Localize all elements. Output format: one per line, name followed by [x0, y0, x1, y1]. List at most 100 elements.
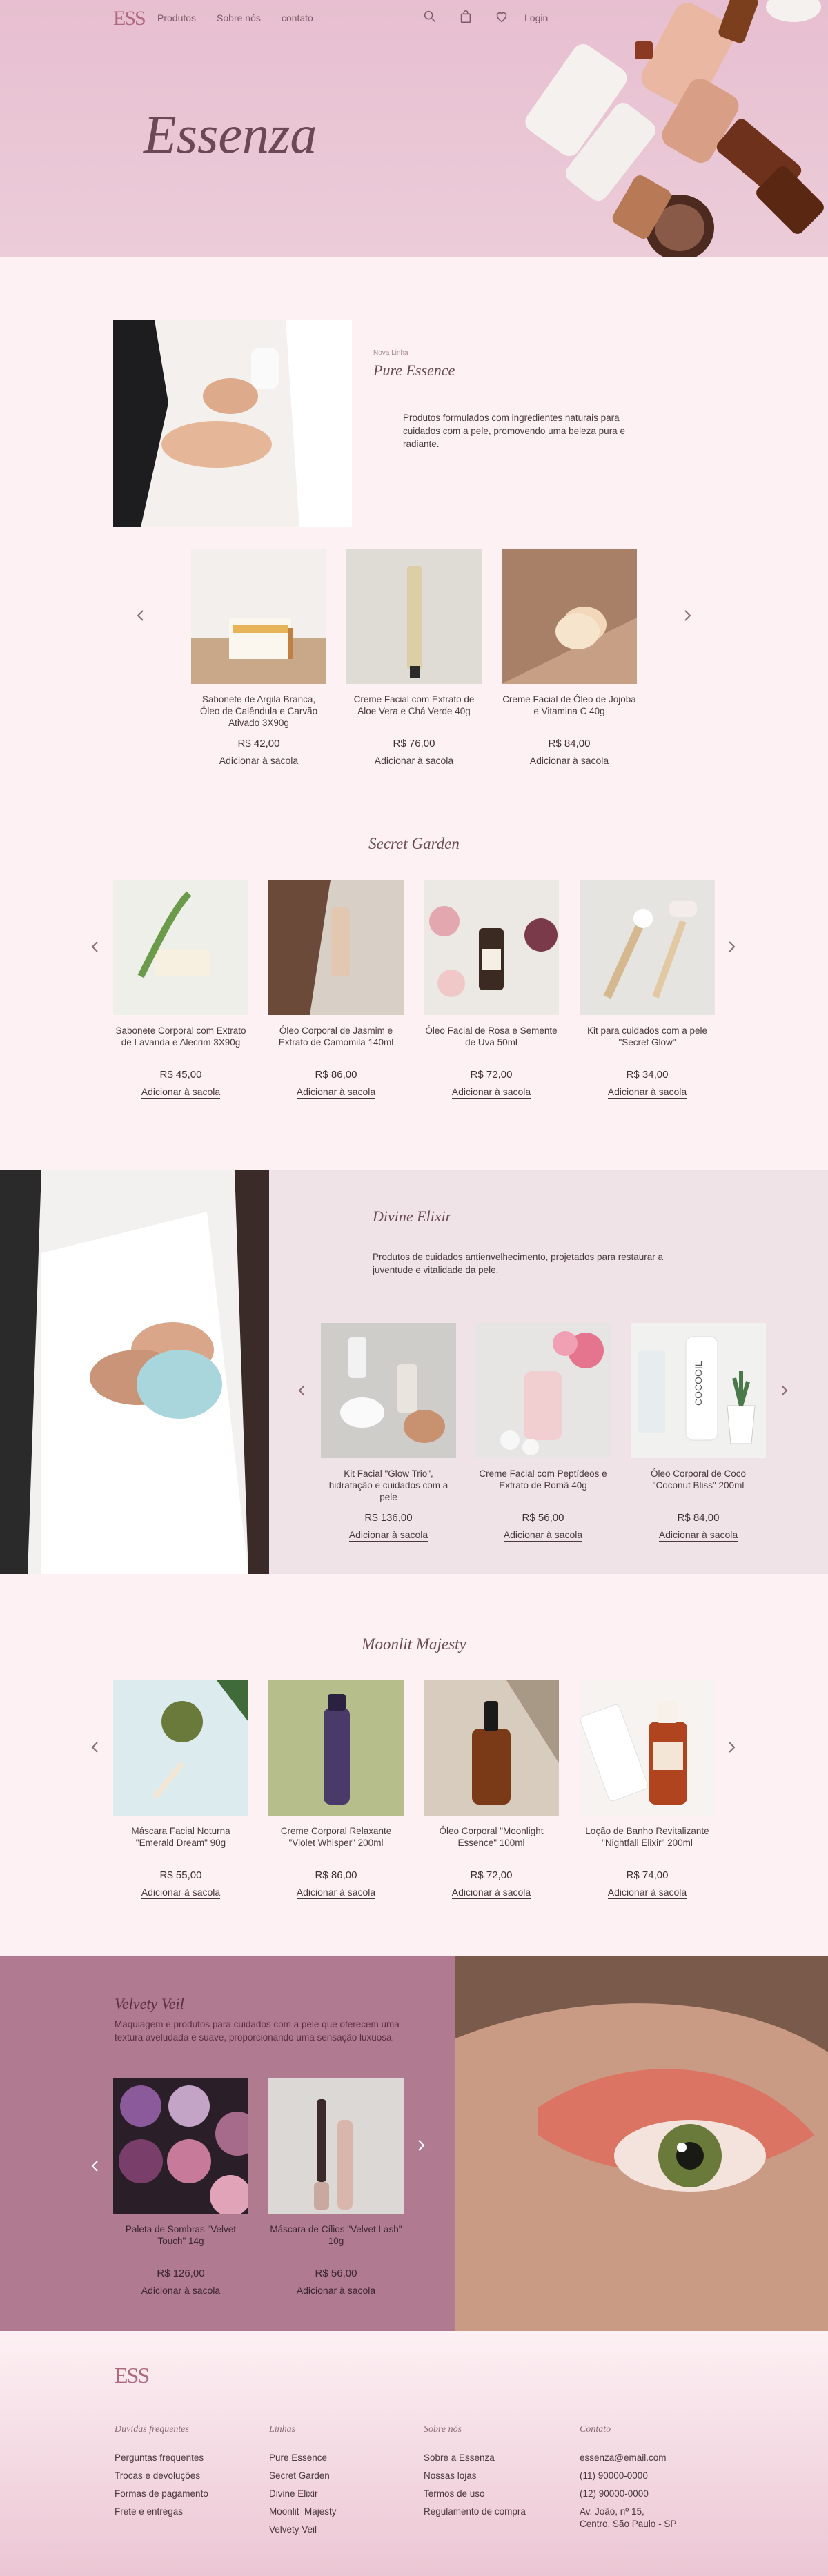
add-to-bag-button[interactable]: Adicionar à sacola: [141, 1887, 221, 1899]
secret-prev-arrow[interactable]: [87, 938, 103, 955]
product-price: R$ 56,00: [315, 2268, 357, 2279]
product-card[interactable]: Creme Facial com Extrato de Aloe Vera e …: [346, 549, 482, 767]
product-image: [191, 549, 326, 684]
add-to-bag-button[interactable]: Adicionar à sacola: [296, 1887, 376, 1899]
footer-link[interactable]: Termos de uso: [424, 2485, 526, 2503]
add-to-bag-button[interactable]: Adicionar à sacola: [529, 755, 609, 767]
footer-link[interactable]: Secret Garden: [269, 2467, 337, 2485]
pure-prev-arrow[interactable]: [132, 607, 149, 624]
footer-link[interactable]: Trocas e devoluções: [115, 2467, 208, 2485]
add-to-bag-button[interactable]: Adicionar à sacola: [451, 1887, 531, 1899]
product-name: Máscara de Cílios "Velvet Lash" 10g: [270, 2224, 402, 2246]
footer-link[interactable]: Frete e entregas: [115, 2503, 208, 2521]
product-image: [502, 549, 637, 684]
divine-description: Produtos de cuidados antienvelhecimento,…: [373, 1252, 664, 1275]
contact-phone: (12) 90000-0000: [580, 2488, 649, 2499]
product-name: Óleo Facial de Rosa e Semente de Uva 50m…: [425, 1025, 558, 1048]
product-name: Sabonete de Argila Branca, Óleo de Calên…: [199, 694, 318, 728]
product-name: Sabonete Corporal com Extrato de Lavanda…: [115, 1025, 246, 1048]
product-card[interactable]: Máscara de Cílios "Velvet Lash" 10g R$ 5…: [268, 2078, 404, 2297]
add-to-bag-button[interactable]: Adicionar à sacola: [141, 1086, 221, 1099]
login-link[interactable]: Login: [524, 12, 548, 23]
product-name: Kit para cuidados com a pele "Secret Glo…: [586, 1025, 708, 1048]
logo[interactable]: ESS: [113, 7, 146, 30]
product-price: R$ 136,00: [364, 1512, 413, 1524]
pure-next-arrow[interactable]: [679, 607, 696, 624]
product-name: Máscara Facial Noturna "Emerald Dream" 9…: [131, 1826, 230, 1848]
add-to-bag-button[interactable]: Adicionar à sacola: [219, 755, 299, 767]
product-card[interactable]: Óleo Corporal "Moonlight Essence" 100ml …: [424, 1680, 559, 1899]
product-price: R$ 84,00: [677, 1512, 720, 1524]
product-card[interactable]: Sabonete de Argila Branca, Óleo de Calên…: [191, 549, 326, 767]
contact-phone: (11) 90000-0000: [580, 2470, 648, 2481]
product-card[interactable]: Creme Facial de Óleo de Jojoba e Vitamin…: [502, 549, 637, 767]
contact-email[interactable]: essenza@email.com: [580, 2449, 676, 2467]
add-to-bag-button[interactable]: Adicionar à sacola: [374, 755, 454, 767]
footer-link[interactable]: Perguntas frequentes: [115, 2449, 208, 2467]
product-card[interactable]: Kit para cuidados com a pele "Secret Glo…: [580, 880, 715, 1099]
nav-link-contato[interactable]: contato: [282, 12, 313, 23]
product-price: R$ 56,00: [522, 1512, 564, 1524]
footer-col-title: Contato: [580, 2424, 611, 2435]
footer-logo[interactable]: ESS: [115, 2363, 150, 2388]
product-image: [580, 1680, 715, 1816]
divine-next-arrow[interactable]: [776, 1382, 792, 1399]
product-card[interactable]: COCOOIL Óleo Corporal de Coco "Coconut B…: [631, 1323, 766, 1542]
product-name: Creme Facial com Peptídeos e Extrato de …: [479, 1468, 607, 1491]
bag-icon[interactable]: [458, 9, 473, 24]
product-card[interactable]: Creme Facial com Peptídeos e Extrato de …: [475, 1323, 611, 1542]
add-to-bag-button[interactable]: Adicionar à sacola: [607, 1887, 687, 1899]
top-nav: ESS Produtos Sobre nós contato Login: [0, 0, 828, 36]
divine-prev-arrow[interactable]: [294, 1382, 310, 1399]
product-card[interactable]: Creme Corporal Relaxante "Violet Whisper…: [268, 1680, 404, 1899]
hero-cosmetics-image: [525, 0, 824, 257]
product-image: [580, 880, 715, 1015]
footer-link[interactable]: Divine Elixir: [269, 2485, 337, 2503]
product-card[interactable]: Sabonete Corporal com Extrato de Lavanda…: [113, 880, 248, 1099]
add-to-bag-button[interactable]: Adicionar à sacola: [141, 2285, 221, 2297]
product-image: [268, 1680, 404, 1816]
product-card[interactable]: Óleo Facial de Rosa e Semente de Uva 50m…: [424, 880, 559, 1099]
footer-link[interactable]: Pure Essence: [269, 2449, 337, 2467]
add-to-bag-button[interactable]: Adicionar à sacola: [658, 1529, 738, 1542]
footer-link[interactable]: Nossas lojas: [424, 2467, 526, 2485]
product-card[interactable]: Loção de Banho Revitalizante "Nightfall …: [580, 1680, 715, 1899]
secret-title: Secret Garden: [368, 835, 460, 852]
moonlit-next-arrow[interactable]: [723, 1739, 740, 1756]
heart-icon[interactable]: [494, 9, 509, 24]
footer-link[interactable]: Velvety Veil: [269, 2521, 337, 2539]
product-image: [475, 1323, 611, 1458]
add-to-bag-button[interactable]: Adicionar à sacola: [296, 1086, 376, 1099]
velvet-title: Velvety Veil: [115, 1995, 184, 2012]
product-card[interactable]: Paleta de Sombras "Velvet Touch" 14g R$ …: [113, 2078, 248, 2297]
product-name: Paleta de Sombras "Velvet Touch" 14g: [125, 2224, 237, 2246]
product-card[interactable]: Máscara Facial Noturna "Emerald Dream" 9…: [113, 1680, 248, 1899]
footer: ESS Duvidas frequentes Perguntas frequen…: [0, 2331, 828, 2576]
product-name: Óleo Corporal "Moonlight Essence" 100ml: [439, 1826, 544, 1848]
divine-hero-image: [0, 1170, 269, 1574]
product-image: [321, 1323, 456, 1458]
footer-link[interactable]: Moonlit Majesty: [269, 2503, 337, 2521]
nav-link-sobre[interactable]: Sobre nós: [217, 12, 261, 23]
add-to-bag-button[interactable]: Adicionar à sacola: [607, 1086, 687, 1099]
moonlit-prev-arrow[interactable]: [87, 1739, 103, 1756]
nav-link-produtos[interactable]: Produtos: [157, 12, 196, 23]
add-to-bag-button[interactable]: Adicionar à sacola: [503, 1529, 583, 1542]
product-card[interactable]: Óleo Corporal de Jasmim e Extrato de Cam…: [268, 880, 404, 1099]
product-price: R$ 55,00: [159, 1869, 202, 1881]
secret-next-arrow[interactable]: [723, 938, 740, 955]
add-to-bag-button[interactable]: Adicionar à sacola: [348, 1529, 428, 1542]
product-card[interactable]: Kit Facial "Glow Trio", hidratação e cui…: [321, 1323, 456, 1542]
footer-link[interactable]: Sobre a Essenza: [424, 2449, 526, 2467]
product-image: [268, 880, 404, 1015]
footer-col-title: Sobre nós: [424, 2424, 462, 2435]
velvet-next-arrow[interactable]: [413, 2137, 429, 2154]
velvet-prev-arrow[interactable]: [87, 2158, 103, 2174]
footer-col-faq: Duvidas frequentes Perguntas frequentes …: [115, 2424, 208, 2521]
add-to-bag-button[interactable]: Adicionar à sacola: [451, 1086, 531, 1099]
footer-link[interactable]: Regulamento de compra: [424, 2503, 526, 2521]
footer-link[interactable]: Formas de pagamento: [115, 2485, 208, 2503]
add-to-bag-button[interactable]: Adicionar à sacola: [296, 2285, 376, 2297]
search-icon[interactable]: [422, 9, 437, 24]
product-name: Creme Corporal Relaxante "Violet Whisper…: [280, 1826, 392, 1848]
